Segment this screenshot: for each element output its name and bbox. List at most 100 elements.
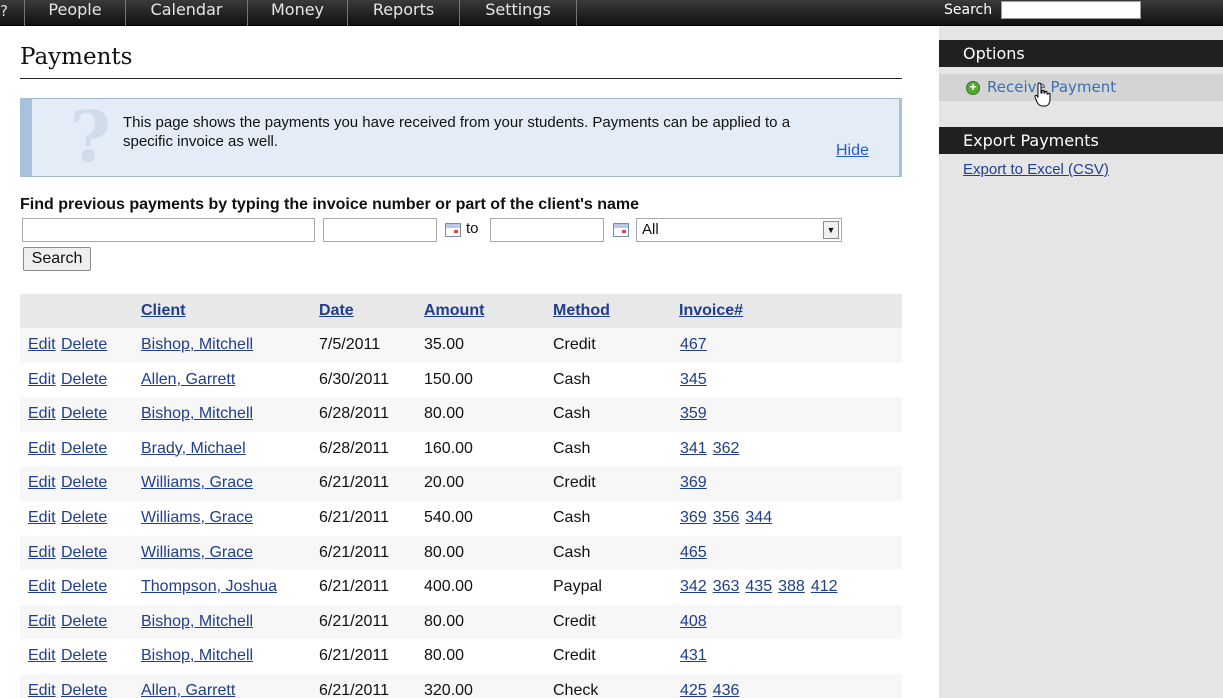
edit-link[interactable]: Edit: [28, 328, 56, 362]
amount-cell: 35.00: [424, 336, 465, 353]
client-link[interactable]: Williams, Grace: [141, 466, 253, 500]
invoice-link[interactable]: 388: [778, 578, 805, 595]
options-header: Options: [939, 40, 1223, 67]
date-cell: 6/21/2011: [319, 647, 389, 665]
amount-cell: 80.00: [424, 647, 465, 665]
client-link[interactable]: Williams, Grace: [141, 536, 253, 570]
amount-cell: 20.00: [424, 474, 465, 492]
header-method[interactable]: Method: [553, 294, 610, 328]
method-cell: Credit: [553, 612, 596, 630]
question-mark-icon: ?: [70, 95, 112, 178]
invoice-link[interactable]: 362: [713, 440, 740, 457]
invoice-cell: 369: [680, 466, 713, 500]
delete-link[interactable]: Delete: [61, 466, 107, 500]
client-link[interactable]: Williams, Grace: [141, 501, 253, 535]
delete-link[interactable]: Delete: [61, 639, 107, 673]
search-label: Search: [944, 2, 993, 18]
delete-link[interactable]: Delete: [61, 432, 107, 466]
edit-link[interactable]: Edit: [28, 639, 56, 673]
info-text: This page shows the payments you have re…: [123, 114, 791, 150]
header-client[interactable]: Client: [141, 294, 185, 328]
date-to-input[interactable]: [490, 218, 604, 242]
client-link[interactable]: Bishop, Mitchell: [141, 397, 253, 431]
invoice-link[interactable]: 467: [680, 336, 707, 353]
invoice-link[interactable]: 359: [680, 405, 707, 422]
right-sidebar: Options + Receive Payment Export Payment…: [939, 26, 1223, 698]
hide-link[interactable]: Hide: [836, 142, 869, 160]
delete-link[interactable]: Delete: [61, 397, 107, 431]
amount-cell: 80.00: [424, 543, 465, 561]
query-input[interactable]: [22, 218, 315, 242]
invoice-link[interactable]: 356: [713, 509, 740, 526]
header-date[interactable]: Date: [319, 294, 354, 328]
amount-cell: 150.00: [424, 370, 473, 388]
client-link[interactable]: Bishop, Mitchell: [141, 605, 253, 639]
invoice-link[interactable]: 435: [745, 578, 772, 595]
nav-people[interactable]: People: [24, 0, 125, 26]
delete-link[interactable]: Delete: [61, 501, 107, 535]
invoice-link[interactable]: 412: [811, 578, 838, 595]
delete-link[interactable]: Delete: [61, 328, 107, 362]
invoice-link[interactable]: 436: [713, 682, 740, 698]
table-row: Edit Delete Bishop, Mitchell 7/5/2011 35.00 C…: [20, 328, 902, 363]
nav-money[interactable]: Money: [247, 0, 347, 26]
date-from-input[interactable]: [323, 218, 437, 242]
method-cell: Cash: [553, 543, 591, 561]
invoice-link[interactable]: 341: [680, 440, 707, 457]
invoice-link[interactable]: 344: [745, 509, 772, 526]
invoice-link[interactable]: 369: [680, 474, 707, 491]
chevron-down-icon[interactable]: ▼: [823, 221, 839, 239]
date-cell: 6/28/2011: [319, 439, 389, 457]
edit-link[interactable]: Edit: [28, 501, 56, 535]
edit-link[interactable]: Edit: [28, 536, 56, 570]
nav-reports[interactable]: Reports: [347, 0, 459, 26]
invoice-link[interactable]: 342: [680, 578, 707, 595]
invoice-cell: 425 436: [680, 674, 745, 698]
edit-link[interactable]: Edit: [28, 605, 56, 639]
method-select-value: All: [642, 221, 659, 238]
calendar-icon[interactable]: [445, 223, 461, 237]
client-link[interactable]: Allen, Garrett: [141, 363, 235, 397]
nav-settings[interactable]: Settings: [459, 0, 577, 26]
client-link[interactable]: Brady, Michael: [141, 432, 246, 466]
search-button[interactable]: Search: [23, 247, 91, 271]
receive-payment-row[interactable]: + Receive Payment: [939, 74, 1223, 101]
top-nav-bar: ? People Calendar Money Reports Settings…: [0, 0, 1223, 26]
client-link[interactable]: Thompson, Joshua: [141, 570, 277, 604]
method-cell: Credit: [553, 474, 596, 492]
invoice-link[interactable]: 408: [680, 613, 707, 630]
export-csv-link[interactable]: Export to Excel (CSV): [963, 161, 1109, 178]
client-link[interactable]: Bishop, Mitchell: [141, 328, 253, 362]
table-row: Edit Delete Brady, Michael 6/28/2011 160.00 C…: [20, 431, 902, 467]
client-link[interactable]: Bishop, Mitchell: [141, 639, 253, 673]
help-icon[interactable]: ?: [0, 0, 12, 26]
method-select[interactable]: All ▼: [636, 218, 842, 242]
table-row: Edit Delete Allen, Garrett 6/30/2011 150.00 C…: [20, 362, 902, 398]
edit-link[interactable]: Edit: [28, 466, 56, 500]
invoice-link[interactable]: 369: [680, 509, 707, 526]
edit-link[interactable]: Edit: [28, 432, 56, 466]
header-invoice[interactable]: Invoice#: [679, 294, 743, 328]
delete-link[interactable]: Delete: [61, 363, 107, 397]
edit-link[interactable]: Edit: [28, 570, 56, 604]
invoice-link[interactable]: 345: [680, 371, 707, 388]
invoice-link[interactable]: 465: [680, 544, 707, 561]
search-input[interactable]: [1001, 1, 1141, 19]
date-cell: 6/21/2011: [319, 612, 389, 630]
delete-link[interactable]: Delete: [61, 570, 107, 604]
invoice-link[interactable]: 431: [680, 647, 707, 664]
edit-link[interactable]: Edit: [28, 674, 56, 698]
header-amount[interactable]: Amount: [424, 294, 484, 328]
client-link[interactable]: Allen, Garrett: [141, 674, 235, 698]
method-cell: Cash: [553, 509, 591, 526]
nav-calendar[interactable]: Calendar: [125, 0, 247, 26]
delete-link[interactable]: Delete: [61, 536, 107, 570]
calendar-icon[interactable]: [613, 223, 629, 237]
edit-link[interactable]: Edit: [28, 397, 56, 431]
delete-link[interactable]: Delete: [61, 674, 107, 698]
invoice-link[interactable]: 363: [713, 578, 740, 595]
edit-link[interactable]: Edit: [28, 363, 56, 397]
table-row: Edit Delete Williams, Grace 6/21/2011 80.00 C…: [20, 535, 902, 571]
invoice-link[interactable]: 425: [680, 682, 707, 698]
delete-link[interactable]: Delete: [61, 605, 107, 639]
